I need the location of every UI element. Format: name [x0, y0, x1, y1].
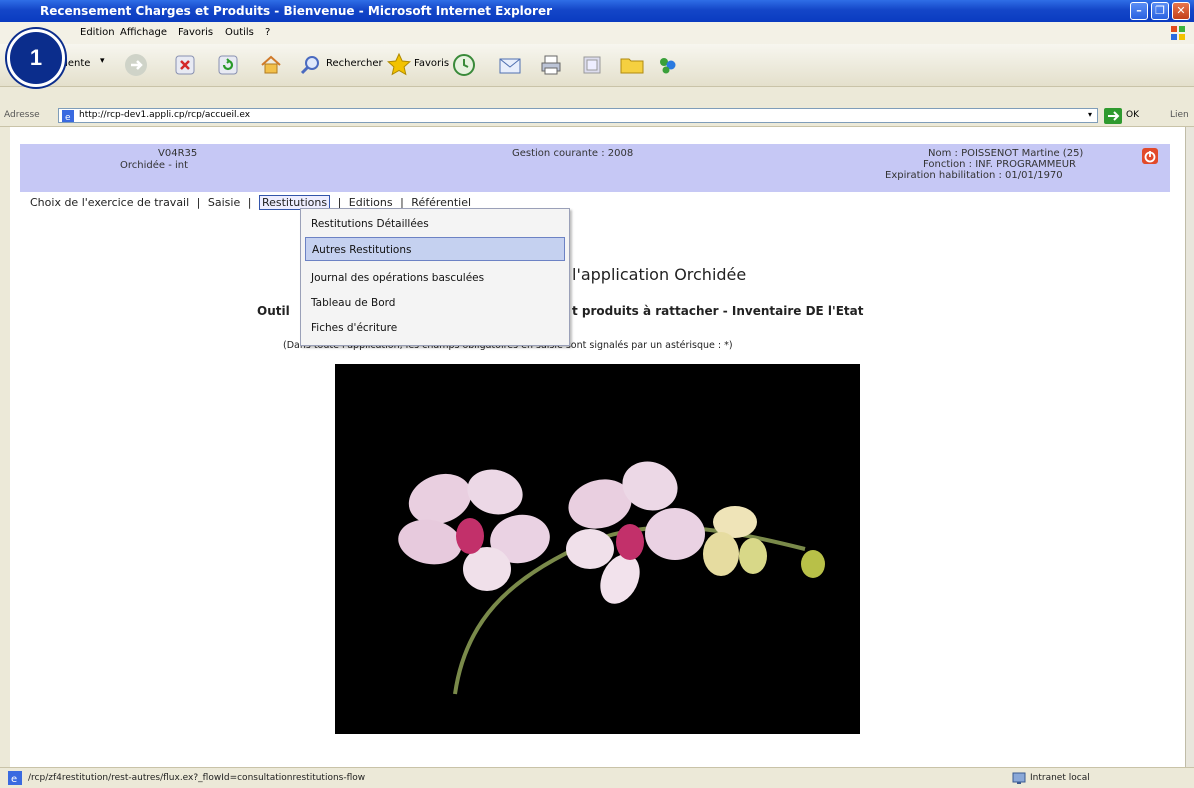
intranet-zone-icon: [1012, 771, 1026, 785]
user-function: Fonction : INF. PROGRAMMEUR: [923, 159, 1076, 170]
dropdown-item-journal-operations[interactable]: Journal des opérations basculées: [305, 266, 565, 290]
browser-toolbar: Précédente ▾ Rechercher Favoris: [0, 44, 1194, 87]
go-button-label[interactable]: OK: [1126, 110, 1139, 120]
menu-affichage[interactable]: Affichage: [120, 27, 167, 38]
nav-choix-exercice[interactable]: Choix de l'exercice de travail: [30, 196, 189, 209]
address-bar: Adresse e http://rcp-dev1.appli.cp/rcp/a…: [0, 106, 1194, 127]
forward-arrow-icon[interactable]: [124, 53, 148, 77]
tool-title-right: t produits à rattacher - Inventaire DE l…: [572, 304, 864, 318]
favorites-button-label[interactable]: Favoris: [414, 58, 449, 69]
nav-saisie[interactable]: Saisie: [208, 196, 240, 209]
refresh-icon[interactable]: [218, 55, 238, 75]
vertical-scrollbar[interactable]: [1185, 127, 1194, 767]
welcome-title: l'application Orchidée: [572, 265, 747, 284]
stop-icon[interactable]: [175, 55, 195, 75]
step-badge: 1: [7, 29, 65, 87]
messenger-icon[interactable]: [656, 53, 680, 77]
windows-logo-icon: [1170, 25, 1186, 41]
maximize-button[interactable]: ❐: [1151, 2, 1169, 20]
status-url: /rcp/zf4restitution/rest-autres/flux.ex?…: [28, 773, 366, 783]
version-label: V04R35: [158, 148, 198, 159]
tool-title-left: Outil: [257, 304, 290, 318]
history-icon[interactable]: [452, 53, 476, 77]
menu-help[interactable]: ?: [265, 27, 270, 38]
search-icon[interactable]: [300, 54, 322, 76]
links-label[interactable]: Lien: [1170, 110, 1189, 120]
dropdown-item-fiches-ecriture[interactable]: Fiches d'écriture: [305, 316, 565, 340]
search-button-label[interactable]: Rechercher: [326, 58, 383, 69]
app-header: V04R35 Orchidée - int Gestion courante :…: [20, 144, 1170, 192]
dropdown-item-tableau-de-bord[interactable]: Tableau de Bord: [305, 291, 565, 315]
mail-icon[interactable]: [498, 53, 524, 77]
address-dropdown-icon[interactable]: ▾: [1088, 110, 1092, 119]
minimize-button[interactable]: –: [1130, 2, 1148, 20]
dropdown-item-autres-restitutions[interactable]: Autres Restitutions: [305, 237, 565, 261]
home-icon[interactable]: [259, 53, 283, 77]
folder-icon[interactable]: [620, 55, 644, 75]
dropdown-item-restitutions-detaillees[interactable]: Restitutions Détaillées: [305, 212, 565, 236]
menu-favoris[interactable]: Favoris: [178, 27, 213, 38]
window-titlebar: Recensement Charges et Produits - Bienve…: [0, 0, 1194, 22]
svg-text:e: e: [11, 774, 17, 785]
back-dropdown-icon[interactable]: ▾: [100, 56, 105, 66]
ie-status-icon: e: [8, 771, 22, 785]
user-name: Nom : POISSENOT Martine (25): [928, 148, 1084, 159]
address-url: http://rcp-dev1.appli.cp/rcp/accueil.ex: [79, 110, 251, 120]
print-icon[interactable]: [540, 54, 562, 76]
nav-separator: |: [247, 196, 252, 209]
gestion-label: Gestion courante : 2008: [512, 148, 634, 159]
close-button[interactable]: ✕: [1172, 2, 1190, 20]
status-bar: e /rcp/zf4restitution/rest-autres/flux.e…: [0, 767, 1194, 788]
go-arrow-icon[interactable]: [1104, 108, 1122, 124]
menu-bar: Edition Affichage Favoris Outils ?: [0, 22, 1194, 45]
edit-icon[interactable]: [582, 55, 602, 75]
orchid-photo: [335, 364, 860, 734]
restitutions-dropdown: Restitutions Détaillées Autres Restituti…: [300, 208, 570, 346]
expiration-label: Expiration habilitation : 01/01/1970: [885, 170, 1063, 181]
window-title: Recensement Charges et Produits - Bienve…: [40, 4, 553, 18]
environment-label: Orchidée - int: [120, 160, 189, 171]
status-zone: Intranet local: [1030, 773, 1090, 783]
address-input[interactable]: e http://rcp-dev1.appli.cp/rcp/accueil.e…: [58, 108, 1098, 123]
favorites-star-icon[interactable]: [386, 52, 412, 78]
ie-page-icon: e: [62, 110, 74, 123]
svg-text:e: e: [65, 113, 71, 122]
menu-edition[interactable]: Edition: [80, 27, 115, 38]
menu-outils[interactable]: Outils: [225, 27, 254, 38]
nav-separator: |: [196, 196, 201, 209]
logout-icon[interactable]: [1142, 148, 1158, 164]
address-label: Adresse: [4, 110, 40, 120]
